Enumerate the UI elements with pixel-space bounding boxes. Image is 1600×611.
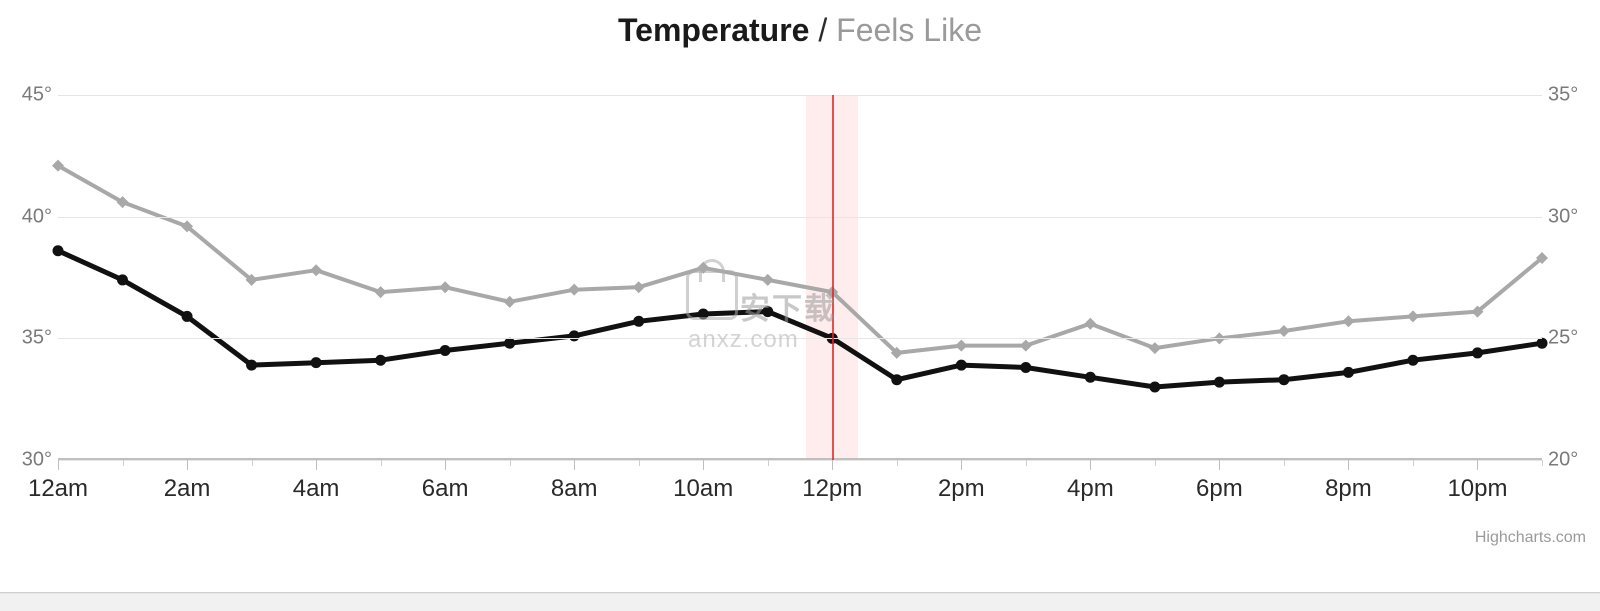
x-tick-minor xyxy=(1542,460,1543,466)
feels-like-point[interactable] xyxy=(1407,310,1419,322)
x-axis-label: 2pm xyxy=(938,475,985,503)
x-axis-label: 4pm xyxy=(1067,475,1114,503)
temperature-point[interactable] xyxy=(1343,367,1354,378)
x-axis-label: 2am xyxy=(164,475,211,503)
x-tick-major xyxy=(1219,460,1220,470)
temperature-point[interactable] xyxy=(504,338,515,349)
x-axis-label: 6am xyxy=(422,475,469,503)
gridline xyxy=(58,95,1542,96)
x-axis-label: 12pm xyxy=(802,475,862,503)
y-right-label: 20° xyxy=(1548,449,1592,472)
y-left-label: 35° xyxy=(8,327,52,350)
x-axis-label: 8am xyxy=(551,475,598,503)
x-tick-major xyxy=(1348,460,1349,470)
feels-like-point[interactable] xyxy=(504,296,516,308)
feels-like-point[interactable] xyxy=(375,286,387,298)
x-axis-label: 10pm xyxy=(1447,475,1507,503)
x-tick-minor xyxy=(639,460,640,466)
feels-like-point[interactable] xyxy=(1084,318,1096,330)
feels-like-point[interactable] xyxy=(697,262,709,274)
title-feels-like: Feels Like xyxy=(836,12,982,48)
x-tick-minor xyxy=(768,460,769,466)
temperature-point[interactable] xyxy=(246,360,257,371)
x-tick-major xyxy=(703,460,704,470)
temperature-point[interactable] xyxy=(182,311,193,322)
feels-like-point[interactable] xyxy=(568,284,580,296)
x-tick-minor xyxy=(1284,460,1285,466)
x-tick-major xyxy=(187,460,188,470)
temperature-point[interactable] xyxy=(891,374,902,385)
temperature-point[interactable] xyxy=(1472,347,1483,358)
temperature-point[interactable] xyxy=(633,316,644,327)
temperature-point[interactable] xyxy=(1085,372,1096,383)
temperature-point[interactable] xyxy=(1214,377,1225,388)
feels-like-point[interactable] xyxy=(1342,315,1354,327)
gridline xyxy=(58,338,1542,339)
now-line xyxy=(832,95,834,460)
feels-like-point[interactable] xyxy=(439,281,451,293)
x-tick-minor xyxy=(1413,460,1414,466)
x-tick-major xyxy=(961,460,962,470)
series-svg xyxy=(58,95,1542,460)
temperature-point[interactable] xyxy=(53,245,64,256)
chart-title: Temperature / Feels Like xyxy=(618,12,982,49)
temperature-point[interactable] xyxy=(1149,382,1160,393)
temperature-point[interactable] xyxy=(440,345,451,356)
y-left-label: 40° xyxy=(8,205,52,228)
plot-area[interactable]: 12am2am4am6am8am10am12pm2pm4pm6pm8pm10pm xyxy=(58,95,1542,460)
feels-like-point[interactable] xyxy=(955,340,967,352)
x-tick-minor xyxy=(510,460,511,466)
feels-like-point[interactable] xyxy=(1020,340,1032,352)
temperature-point[interactable] xyxy=(1278,374,1289,385)
x-tick-minor xyxy=(123,460,124,466)
temperature-point[interactable] xyxy=(1407,355,1418,366)
title-slash: / xyxy=(809,12,836,48)
feels-like-point[interactable] xyxy=(633,281,645,293)
title-temperature: Temperature xyxy=(618,12,809,48)
x-tick-minor xyxy=(1155,460,1156,466)
temperature-point[interactable] xyxy=(569,330,580,341)
temperature-point[interactable] xyxy=(117,274,128,285)
x-tick-major xyxy=(574,460,575,470)
temperature-point[interactable] xyxy=(1020,362,1031,373)
x-tick-minor xyxy=(897,460,898,466)
y-left-label: 45° xyxy=(8,84,52,107)
x-tick-minor xyxy=(252,460,253,466)
x-axis-label: 6pm xyxy=(1196,475,1243,503)
x-tick-minor xyxy=(381,460,382,466)
credit-link[interactable]: Highcharts.com xyxy=(1475,529,1586,547)
x-tick-major xyxy=(316,460,317,470)
y-left-label: 30° xyxy=(8,449,52,472)
y-right-label: 35° xyxy=(1548,84,1592,107)
x-tick-major xyxy=(1090,460,1091,470)
feels-like-point[interactable] xyxy=(762,274,774,286)
temperature-point[interactable] xyxy=(956,360,967,371)
x-tick-major xyxy=(832,460,833,470)
temperature-point[interactable] xyxy=(762,306,773,317)
temperature-point[interactable] xyxy=(698,309,709,320)
x-tick-major xyxy=(58,460,59,470)
gridline xyxy=(58,217,1542,218)
feels-like-point[interactable] xyxy=(1278,325,1290,337)
x-axis-label: 4am xyxy=(293,475,340,503)
x-tick-major xyxy=(445,460,446,470)
temperature-point[interactable] xyxy=(375,355,386,366)
x-axis-label: 8pm xyxy=(1325,475,1372,503)
x-axis-label: 12am xyxy=(28,475,88,503)
temperature-point[interactable] xyxy=(1537,338,1548,349)
y-right-label: 25° xyxy=(1548,327,1592,350)
temperature-point[interactable] xyxy=(311,357,322,368)
scrollbar[interactable] xyxy=(0,592,1600,611)
y-right-label: 30° xyxy=(1548,205,1592,228)
feels-like-point[interactable] xyxy=(1149,342,1161,354)
chart-container: Temperature / Feels Like 12am2am4am6am8a… xyxy=(0,0,1600,611)
x-axis-label: 10am xyxy=(673,475,733,503)
series-temperature xyxy=(58,251,1542,387)
x-tick-major xyxy=(1477,460,1478,470)
feels-like-point[interactable] xyxy=(310,264,322,276)
x-tick-minor xyxy=(1026,460,1027,466)
gridline xyxy=(58,460,1542,461)
